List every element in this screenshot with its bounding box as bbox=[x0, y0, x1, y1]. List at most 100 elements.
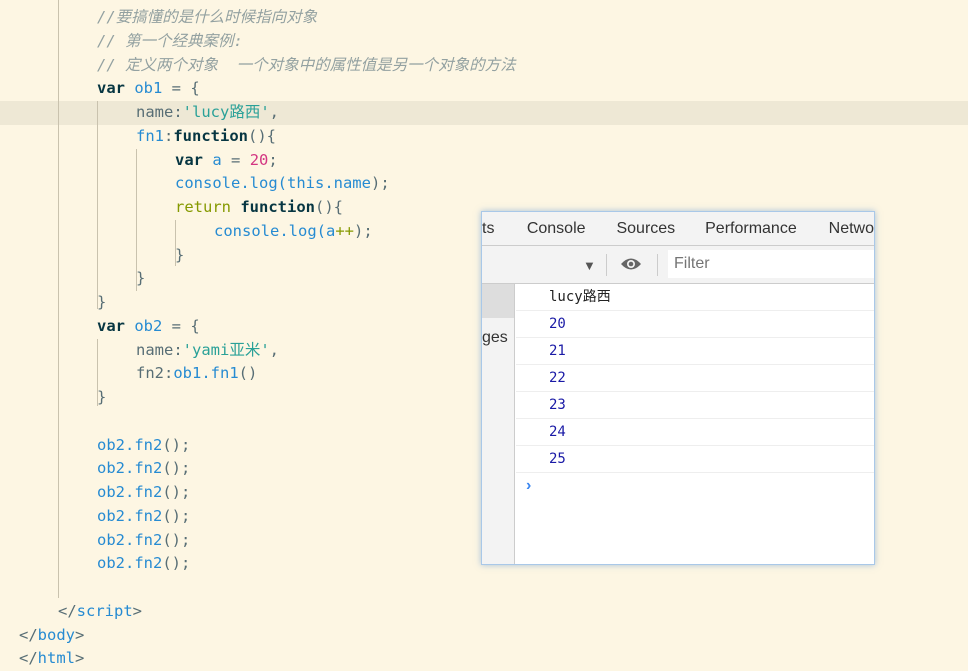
code-token: () bbox=[238, 364, 258, 383]
code-text: console.log(this.name); bbox=[175, 172, 390, 196]
code-token: ob1.fn1 bbox=[173, 364, 239, 383]
code-token: (); bbox=[162, 459, 191, 478]
code-token: 'yami亚米' bbox=[182, 340, 270, 359]
code-token: > bbox=[75, 649, 85, 668]
code-line: // 第一个经典案例: bbox=[0, 30, 968, 54]
divider bbox=[606, 254, 607, 276]
code-text: return function(){ bbox=[175, 196, 343, 220]
code-line: var a = 20; bbox=[0, 149, 968, 173]
code-text: // 定义两个对象 一个对象中的属性值是另一个对象的方法 bbox=[97, 54, 516, 78]
code-line: fn1:function(){ bbox=[0, 125, 968, 149]
code-token: (); bbox=[162, 554, 191, 573]
code-token: ob1 bbox=[134, 79, 163, 98]
code-token: = bbox=[221, 150, 250, 169]
code-token: 'lucy路西' bbox=[182, 103, 270, 121]
code-token: html bbox=[37, 649, 75, 668]
code-token: > bbox=[132, 601, 143, 620]
code-token: (); bbox=[162, 483, 191, 501]
code-text: } bbox=[97, 386, 106, 410]
code-token: > bbox=[75, 625, 85, 644]
code-token: return bbox=[175, 198, 231, 216]
code-text: fn1:function(){ bbox=[136, 125, 276, 149]
code-token: name: bbox=[136, 340, 183, 359]
console-message: 23 bbox=[516, 392, 874, 419]
code-token: ob2.fn2 bbox=[97, 483, 163, 501]
code-line: </html> bbox=[0, 647, 968, 671]
indent-guide bbox=[97, 339, 98, 406]
code-token: ob2.fn2 bbox=[97, 435, 163, 454]
code-token: function bbox=[240, 198, 315, 216]
code-token: var bbox=[175, 150, 203, 169]
code-line: name:'lucy路西', bbox=[0, 101, 968, 125]
tab-network[interactable]: Netwo bbox=[829, 220, 874, 238]
code-line: console.log(this.name); bbox=[0, 172, 968, 196]
tab-sources[interactable]: Sources bbox=[616, 220, 705, 238]
filter-input[interactable] bbox=[668, 250, 874, 278]
code-text: fn2:ob1.fn1() bbox=[136, 362, 257, 386]
eye-icon[interactable] bbox=[620, 256, 642, 272]
code-token: , bbox=[269, 103, 280, 121]
console-message: lucy路西 bbox=[516, 284, 874, 311]
devtools-panel: ts Console Sources Performance Netwo ▼ g… bbox=[481, 211, 875, 565]
console-message: 25 bbox=[516, 446, 874, 473]
indent-guide bbox=[97, 101, 98, 309]
code-token: } bbox=[97, 293, 107, 311]
code-token: ob2.fn2 bbox=[97, 506, 163, 525]
code-text: ob2.fn2(); bbox=[97, 481, 190, 505]
code-token: script bbox=[76, 601, 133, 620]
console-message: 21 bbox=[516, 338, 874, 365]
console-message: 22 bbox=[516, 365, 874, 392]
code-token: ob2.fn2 bbox=[97, 459, 163, 478]
code-text: name:'yami亚米', bbox=[136, 339, 279, 363]
code-token: fn2: bbox=[136, 364, 174, 383]
tab-performance[interactable]: Performance bbox=[705, 220, 829, 238]
code-token: a bbox=[325, 221, 336, 240]
code-line: //要搞懂的是什么时候指向对象 bbox=[0, 6, 968, 30]
code-token: } bbox=[175, 245, 185, 264]
context-dropdown-icon[interactable]: ▼ bbox=[583, 258, 596, 273]
code-token: </ bbox=[19, 625, 38, 644]
code-token: this bbox=[286, 174, 325, 193]
code-text: ob2.fn2(); bbox=[97, 434, 190, 458]
code-token: (); bbox=[162, 435, 191, 454]
code-token: // 第一个经典案例: bbox=[97, 31, 243, 50]
code-token: (){ bbox=[248, 126, 276, 145]
code-token: (); bbox=[162, 506, 191, 525]
console-message: 20 bbox=[516, 311, 874, 338]
code-token: fn1 bbox=[136, 126, 164, 145]
code-line: </body> bbox=[0, 624, 968, 648]
code-token: ob2.fn2 bbox=[97, 530, 163, 549]
code-token: = { bbox=[162, 79, 200, 98]
code-text: console.log(a++); bbox=[214, 220, 373, 244]
code-token: ); bbox=[370, 174, 390, 193]
code-token: a bbox=[212, 150, 222, 169]
sidebar-selected-item[interactable] bbox=[482, 284, 514, 318]
code-text: ob2.fn2(); bbox=[97, 505, 190, 529]
code-text: </script> bbox=[58, 600, 142, 624]
code-token: 20 bbox=[249, 150, 269, 169]
tab-console[interactable]: Console bbox=[527, 220, 617, 238]
code-token: console.log( bbox=[175, 174, 287, 193]
indent-guide bbox=[58, 0, 59, 598]
code-token: console.log( bbox=[214, 221, 326, 240]
code-text: ob2.fn2(); bbox=[97, 529, 190, 553]
indent-guide bbox=[136, 149, 137, 291]
code-token: ); bbox=[354, 221, 373, 240]
code-text: } bbox=[175, 244, 184, 268]
code-token: var bbox=[97, 79, 125, 98]
console-toolbar: ▼ bbox=[482, 246, 874, 284]
code-line: var ob1 = { bbox=[0, 77, 968, 101]
sidebar-item-messages[interactable]: ges bbox=[482, 329, 508, 347]
code-token: ob2.fn2 bbox=[97, 554, 163, 573]
code-token: (); bbox=[162, 530, 191, 549]
code-text: </body> bbox=[19, 624, 84, 648]
code-token: , bbox=[269, 340, 280, 359]
code-token: name: bbox=[136, 103, 183, 121]
tab-elements[interactable]: ts bbox=[482, 220, 527, 238]
chevron-right-icon[interactable]: › bbox=[516, 473, 874, 499]
code-text: ob2.fn2(); bbox=[97, 552, 190, 576]
code-text: } bbox=[136, 267, 145, 291]
